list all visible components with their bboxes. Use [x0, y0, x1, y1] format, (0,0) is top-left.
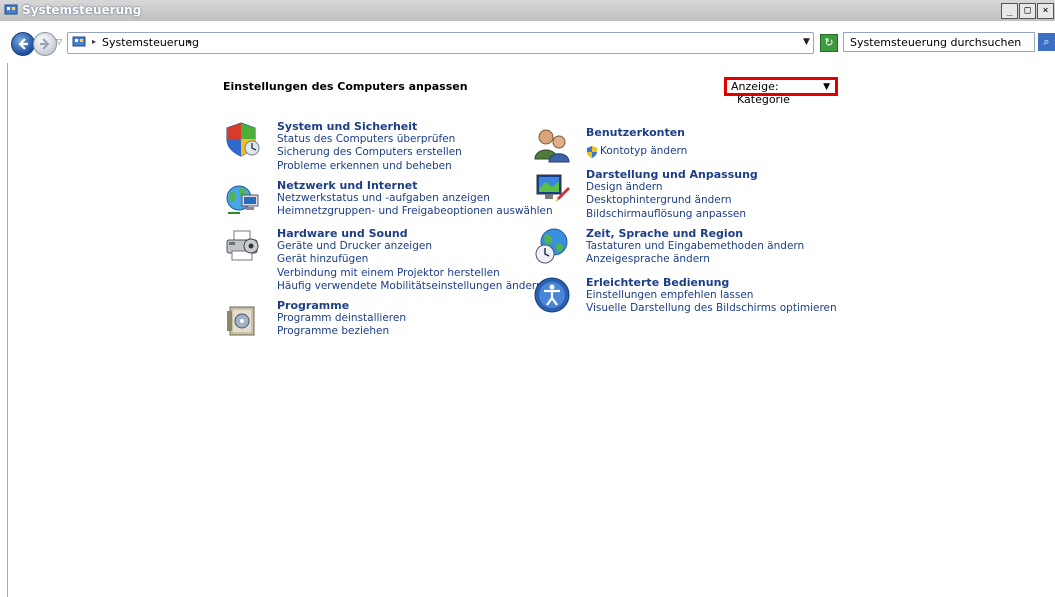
link-homegroup[interactable]: Heimnetzgruppen- und Freigabeoptionen au… [277, 205, 553, 218]
link-clock-language-region[interactable]: Zeit, Sprache und Region [586, 227, 804, 240]
recent-pages-chevron-icon[interactable]: ▽ [56, 37, 62, 46]
link-user-accounts[interactable]: Benutzerkonten [586, 126, 687, 139]
link-network-internet[interactable]: Netzwerk und Internet [277, 179, 553, 192]
close-button[interactable]: × [1037, 3, 1054, 19]
search-button[interactable]: ⌕ [1038, 33, 1055, 51]
address-bar[interactable]: ▸ Systemsteuerung ▸ ▼ [67, 32, 814, 54]
view-by-label: Anzeige: [731, 80, 779, 93]
maximize-button[interactable]: □ [1019, 3, 1036, 19]
link-add-device[interactable]: Gerät hinzufügen [277, 253, 543, 266]
dropdown-arrow-icon[interactable]: ▼ [823, 81, 830, 94]
network-globe-icon [226, 185, 259, 214]
link-recommended-settings[interactable]: Einstellungen empfehlen lassen [586, 289, 837, 302]
link-change-background[interactable]: Desktophintergrund ändern [586, 194, 758, 207]
breadcrumb-chevron-icon[interactable]: ▸ [92, 37, 96, 46]
back-button[interactable] [11, 32, 35, 56]
forward-button[interactable] [33, 32, 57, 56]
accessibility-icon [534, 277, 570, 313]
users-icon [534, 129, 570, 163]
link-screen-resolution[interactable]: Bildschirmauflösung anpassen [586, 208, 758, 221]
link-keyboards[interactable]: Tastaturen und Eingabemethoden ändern [586, 240, 804, 253]
breadcrumb-chevron-icon[interactable]: ▸ [188, 37, 192, 46]
uac-shield-icon [587, 146, 597, 158]
link-programs[interactable]: Programme [277, 299, 406, 312]
link-change-theme[interactable]: Design ändern [586, 181, 758, 194]
search-icon: ⌕ [1043, 35, 1050, 48]
address-dropdown-icon[interactable]: ▼ [803, 37, 810, 47]
refresh-button[interactable]: ↻ [820, 34, 838, 52]
control-panel-icon [72, 36, 86, 47]
link-network-status[interactable]: Netzwerkstatus und -aufgaben anzeigen [277, 192, 553, 205]
view-by-dropdown[interactable]: Anzeige: Kategorie ▼ [724, 77, 838, 106]
minimize-button[interactable]: _ [1001, 3, 1018, 19]
refresh-icon: ↻ [824, 36, 834, 49]
link-optimize-visual-display[interactable]: Visuelle Darstellung des Bildschirms opt… [586, 302, 837, 315]
link-check-status[interactable]: Status des Computers überprüfen [277, 133, 462, 146]
globe-clock-icon [535, 228, 568, 264]
link-change-account-type-label: Kontotyp ändern [600, 145, 688, 157]
link-get-programs[interactable]: Programme beziehen [277, 325, 406, 338]
arrow-right-icon [40, 38, 50, 50]
link-system-security[interactable]: System und Sicherheit [277, 120, 462, 133]
content-area [7, 63, 1055, 597]
arrow-left-icon [18, 38, 28, 50]
link-devices-printers[interactable]: Geräte und Drucker anzeigen [277, 240, 543, 253]
display-icon [536, 174, 570, 202]
window-controls: _ □ × [1000, 3, 1054, 19]
link-mobility-settings[interactable]: Häufig verwendete Mobilitätseinstellunge… [277, 280, 543, 293]
link-display-language[interactable]: Anzeigesprache ändern [586, 253, 804, 266]
security-shield-icon [226, 122, 260, 157]
printer-icon [226, 230, 259, 261]
title-bar: Systemsteuerung _ □ × [0, 0, 1055, 22]
navigation-bar: ▽ ▸ Systemsteuerung ▸ ▼ ↻ Systemsteuerun… [0, 21, 1055, 63]
link-projector[interactable]: Verbindung mit einem Projektor herstelle… [277, 267, 543, 280]
window-title: Systemsteuerung [22, 3, 142, 17]
programs-box-icon [227, 306, 255, 336]
link-hardware-sound[interactable]: Hardware und Sound [277, 227, 543, 240]
view-by-value[interactable]: Kategorie [737, 93, 790, 106]
link-troubleshoot[interactable]: Probleme erkennen und beheben [277, 160, 462, 173]
breadcrumb-systemsteuerung[interactable]: Systemsteuerung [102, 36, 199, 49]
link-change-account-type[interactable]: Kontotyp ändern [586, 145, 687, 158]
link-appearance[interactable]: Darstellung und Anpassung [586, 168, 758, 181]
link-backup[interactable]: Sicherung des Computers erstellen [277, 146, 462, 159]
control-panel-icon [4, 4, 18, 15]
page-title: Einstellungen des Computers anpassen [223, 80, 468, 93]
link-uninstall-program[interactable]: Programm deinstallieren [277, 312, 406, 325]
search-input[interactable]: Systemsteuerung durchsuchen [843, 32, 1035, 52]
link-ease-of-access[interactable]: Erleichterte Bedienung [586, 276, 837, 289]
